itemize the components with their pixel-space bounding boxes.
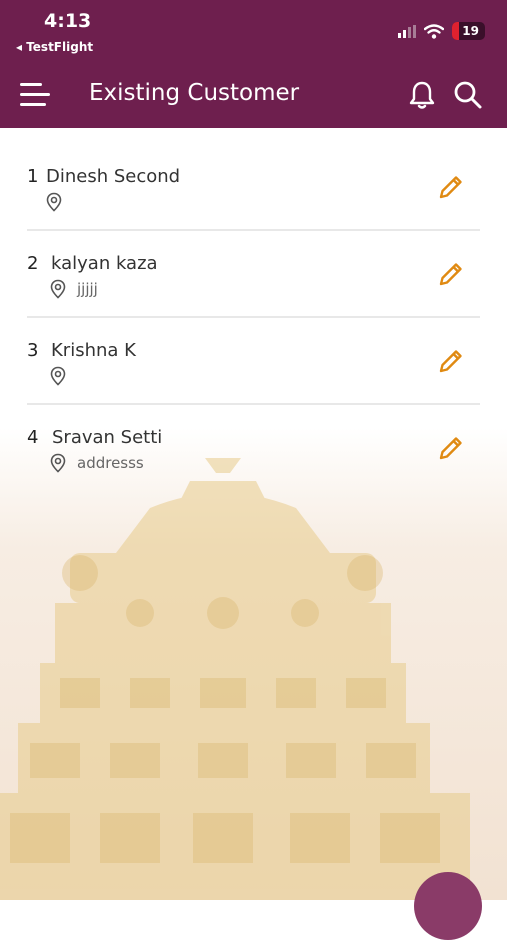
customer-row[interactable]: 3 Krishna K	[27, 318, 480, 405]
cellular-signal-icon	[398, 24, 417, 38]
page-title: Existing Customer	[89, 80, 300, 106]
location-pin-icon	[46, 192, 62, 212]
status-time: 4:13	[44, 10, 92, 32]
status-icons: 19	[398, 22, 485, 40]
customer-address	[45, 192, 73, 212]
customer-address-text: jjjjj	[77, 280, 98, 298]
wifi-icon	[424, 23, 445, 39]
add-customer-button[interactable]	[414, 872, 482, 940]
customer-name: Sravan Setti	[52, 427, 163, 448]
hamburger-menu-icon[interactable]	[20, 81, 50, 109]
temple-background-image	[0, 458, 470, 900]
edit-pencil-icon[interactable]	[438, 261, 464, 287]
status-bar: 4:13 ◂ TestFlight 19	[0, 0, 507, 62]
customer-index: 1	[27, 166, 39, 187]
customer-row[interactable]: 4 Sravan Setti addresss	[27, 405, 480, 490]
customer-index: 4	[27, 427, 39, 448]
bell-icon[interactable]	[408, 80, 436, 110]
customer-name: Krishna K	[51, 340, 136, 361]
customer-address	[49, 366, 77, 386]
edit-pencil-icon[interactable]	[438, 348, 464, 374]
customer-list: 1 Dinesh Second 2 kalyan kaza jjjjj 3 Kr…	[27, 144, 480, 490]
edit-pencil-icon[interactable]	[438, 174, 464, 200]
customer-name: kalyan kaza	[51, 253, 158, 274]
location-pin-icon	[50, 366, 66, 386]
battery-level: 19	[462, 24, 479, 38]
customer-row[interactable]: 2 kalyan kaza jjjjj	[27, 231, 480, 318]
edit-pencil-icon[interactable]	[438, 435, 464, 461]
battery-indicator: 19	[452, 22, 485, 40]
app-bar: Existing Customer	[0, 62, 507, 128]
customer-address-text: addresss	[77, 454, 144, 472]
customer-index: 3	[27, 340, 39, 361]
customer-list-screen: 1 Dinesh Second 2 kalyan kaza jjjjj 3 Kr…	[0, 128, 507, 900]
location-pin-icon	[50, 279, 66, 299]
customer-row[interactable]: 1 Dinesh Second	[27, 144, 480, 231]
customer-name: Dinesh Second	[46, 166, 181, 187]
customer-address: addresss	[49, 453, 144, 473]
customer-address: jjjjj	[49, 279, 98, 299]
back-to-testflight-link[interactable]: ◂ TestFlight	[16, 40, 93, 54]
location-pin-icon	[50, 453, 66, 473]
search-icon[interactable]	[453, 80, 483, 110]
customer-index: 2	[27, 253, 39, 274]
